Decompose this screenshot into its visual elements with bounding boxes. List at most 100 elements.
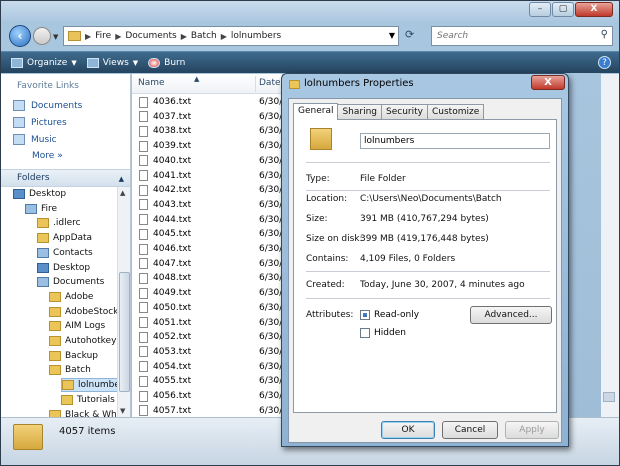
breadcrumb-separator-icon[interactable]: ▶ xyxy=(221,32,227,41)
file-row[interactable]: 4040.txt 6/30/ xyxy=(132,154,282,168)
tree-item[interactable]: Desktop xyxy=(37,261,90,275)
organize-button[interactable]: Organize ▼ xyxy=(11,57,77,68)
file-row[interactable]: 4043.txt 6/30/ xyxy=(132,198,282,212)
folder-name-field[interactable]: lolnumbers xyxy=(360,133,550,149)
favorite-music[interactable]: Music xyxy=(13,134,57,145)
file-row[interactable]: 4052.txt 6/30/ xyxy=(132,330,282,344)
text-file-icon xyxy=(139,317,148,328)
tree-item[interactable]: AdobeStockPh xyxy=(49,305,117,319)
text-file-icon xyxy=(139,125,148,137)
explorer-titlebar[interactable]: – ▢ X xyxy=(1,1,619,23)
dialog-close-button[interactable]: X xyxy=(531,75,565,90)
close-button[interactable]: X xyxy=(575,2,613,17)
views-button[interactable]: Views ▼ xyxy=(86,57,139,68)
tree-item[interactable]: Fire xyxy=(25,202,57,216)
file-row[interactable]: 4036.txt 6/30/ xyxy=(132,95,282,109)
breadcrumb-documents[interactable]: Documents xyxy=(125,31,176,41)
file-row[interactable]: 4039.txt 6/30/ xyxy=(132,139,282,153)
scroll-up-icon[interactable]: ▲ xyxy=(120,189,125,197)
created-label: Created: xyxy=(306,280,345,290)
search-input[interactable] xyxy=(435,28,585,44)
apply-button[interactable]: Apply xyxy=(505,421,559,439)
file-row[interactable]: 4048.txt 6/30/ xyxy=(132,271,282,285)
ok-button[interactable]: OK xyxy=(381,421,435,439)
tree-item[interactable]: lolnumbers xyxy=(61,378,117,393)
column-header-date[interactable]: Date xyxy=(259,78,281,88)
tree-item[interactable]: Adobe xyxy=(49,290,93,304)
file-row[interactable]: 4049.txt 6/30/ xyxy=(132,286,282,300)
back-button[interactable]: ‹ xyxy=(9,25,31,47)
forward-button[interactable] xyxy=(33,27,51,45)
file-row[interactable]: 4056.txt 6/30/ xyxy=(132,389,282,403)
tree-item[interactable]: AIM Logs xyxy=(49,319,105,333)
column-divider[interactable] xyxy=(255,76,256,92)
tree-item[interactable]: Backup xyxy=(49,349,98,363)
tab-customize[interactable]: Customize xyxy=(427,104,485,119)
file-row[interactable]: 4046.txt 6/30/ xyxy=(132,242,282,256)
tree-item[interactable]: Desktop xyxy=(13,187,66,201)
file-row[interactable]: 4057.txt 6/30/ xyxy=(132,404,282,418)
file-row[interactable]: 4050.txt 6/30/ xyxy=(132,301,282,315)
favorite-label: Documents xyxy=(31,100,83,111)
tree-scrollbar[interactable]: ▲ ▼ xyxy=(117,187,130,417)
tree-scrollbar-thumb[interactable] xyxy=(119,272,130,392)
breadcrumb-batch[interactable]: Batch xyxy=(191,31,217,41)
search-icon[interactable]: ⚲ xyxy=(601,29,608,40)
advanced-button[interactable]: Advanced... xyxy=(470,306,552,324)
breadcrumb-separator-icon[interactable]: ▶ xyxy=(85,32,91,41)
file-row[interactable]: 4051.txt 6/30/ xyxy=(132,316,282,330)
readonly-checkbox[interactable]: Read-only xyxy=(360,310,419,320)
tree-item[interactable]: Autohotkey xyxy=(49,334,116,348)
search-box[interactable]: ⚲ xyxy=(431,26,613,46)
tree-item[interactable]: AppData xyxy=(37,231,92,245)
minimize-button[interactable]: – xyxy=(529,2,551,17)
more-link[interactable]: More » xyxy=(32,151,63,161)
file-row[interactable]: 4038.txt 6/30/ xyxy=(132,124,282,138)
column-header-name[interactable]: Name xyxy=(138,78,165,88)
burn-button[interactable]: Burn xyxy=(148,57,185,68)
address-bar[interactable]: ▶ Fire ▶ Documents ▶ Batch ▶ lolnumbers … xyxy=(63,26,399,46)
chevron-down-icon: ▼ xyxy=(132,58,139,67)
breadcrumb-lolnumbers[interactable]: lolnumbers xyxy=(231,31,281,41)
folders-header[interactable]: Folders ▲ xyxy=(1,169,130,187)
breadcrumb-separator-icon[interactable]: ▶ xyxy=(181,32,187,41)
file-row[interactable]: 4047.txt 6/30/ xyxy=(132,257,282,271)
checkbox-icon[interactable] xyxy=(360,328,370,338)
file-list-scrollbar[interactable] xyxy=(601,74,619,417)
favorite-pictures[interactable]: Pictures xyxy=(13,117,67,128)
size-on-disk-label: Size on disk: xyxy=(306,234,363,244)
file-row[interactable]: 4044.txt 6/30/ xyxy=(132,213,282,227)
tree-item[interactable]: Batch xyxy=(49,363,91,377)
help-icon[interactable]: ? xyxy=(598,56,611,69)
refresh-icon[interactable]: ⟳ xyxy=(405,28,425,44)
file-row[interactable]: 4053.txt 6/30/ xyxy=(132,345,282,359)
file-list-scrollbar-thumb[interactable] xyxy=(603,392,615,402)
tab-sharing[interactable]: Sharing xyxy=(337,104,383,119)
tree-item[interactable]: Black & White xyxy=(49,408,117,417)
address-dropdown-icon[interactable]: ▼ xyxy=(389,31,395,40)
maximize-button[interactable]: ▢ xyxy=(552,2,574,17)
tab-security[interactable]: Security xyxy=(381,104,428,119)
recent-pages-dropdown-icon[interactable]: ▼ xyxy=(53,33,58,41)
file-row[interactable]: 4037.txt 6/30/ xyxy=(132,110,282,124)
file-row[interactable]: 4041.txt 6/30/ xyxy=(132,169,282,183)
scroll-down-icon[interactable]: ▼ xyxy=(120,407,125,415)
favorite-documents[interactable]: Documents xyxy=(13,100,82,111)
tree-item[interactable]: Tutorials xyxy=(61,393,115,407)
tree-item[interactable]: .idlerc xyxy=(37,216,81,230)
cancel-button[interactable]: Cancel xyxy=(442,421,498,439)
file-row[interactable]: 4042.txt 6/30/ xyxy=(132,183,282,197)
hidden-checkbox[interactable]: Hidden xyxy=(360,328,406,338)
file-row[interactable]: 4045.txt 6/30/ xyxy=(132,227,282,241)
file-name: 4057.txt xyxy=(153,405,192,416)
tree-item[interactable]: Contacts xyxy=(37,246,93,260)
breadcrumb-separator-icon[interactable]: ▶ xyxy=(115,32,121,41)
checkbox-indeterminate-icon[interactable] xyxy=(360,310,370,320)
file-row[interactable]: 4055.txt 6/30/ xyxy=(132,374,282,388)
breadcrumb-fire[interactable]: Fire xyxy=(95,31,111,41)
file-name: 4037.txt xyxy=(153,111,192,122)
tree-item[interactable]: Documents xyxy=(37,275,104,289)
favorite-links-header: Favorite Links xyxy=(17,81,79,91)
tab-general[interactable]: General xyxy=(293,103,339,120)
file-row[interactable]: 4054.txt 6/30/ xyxy=(132,360,282,374)
